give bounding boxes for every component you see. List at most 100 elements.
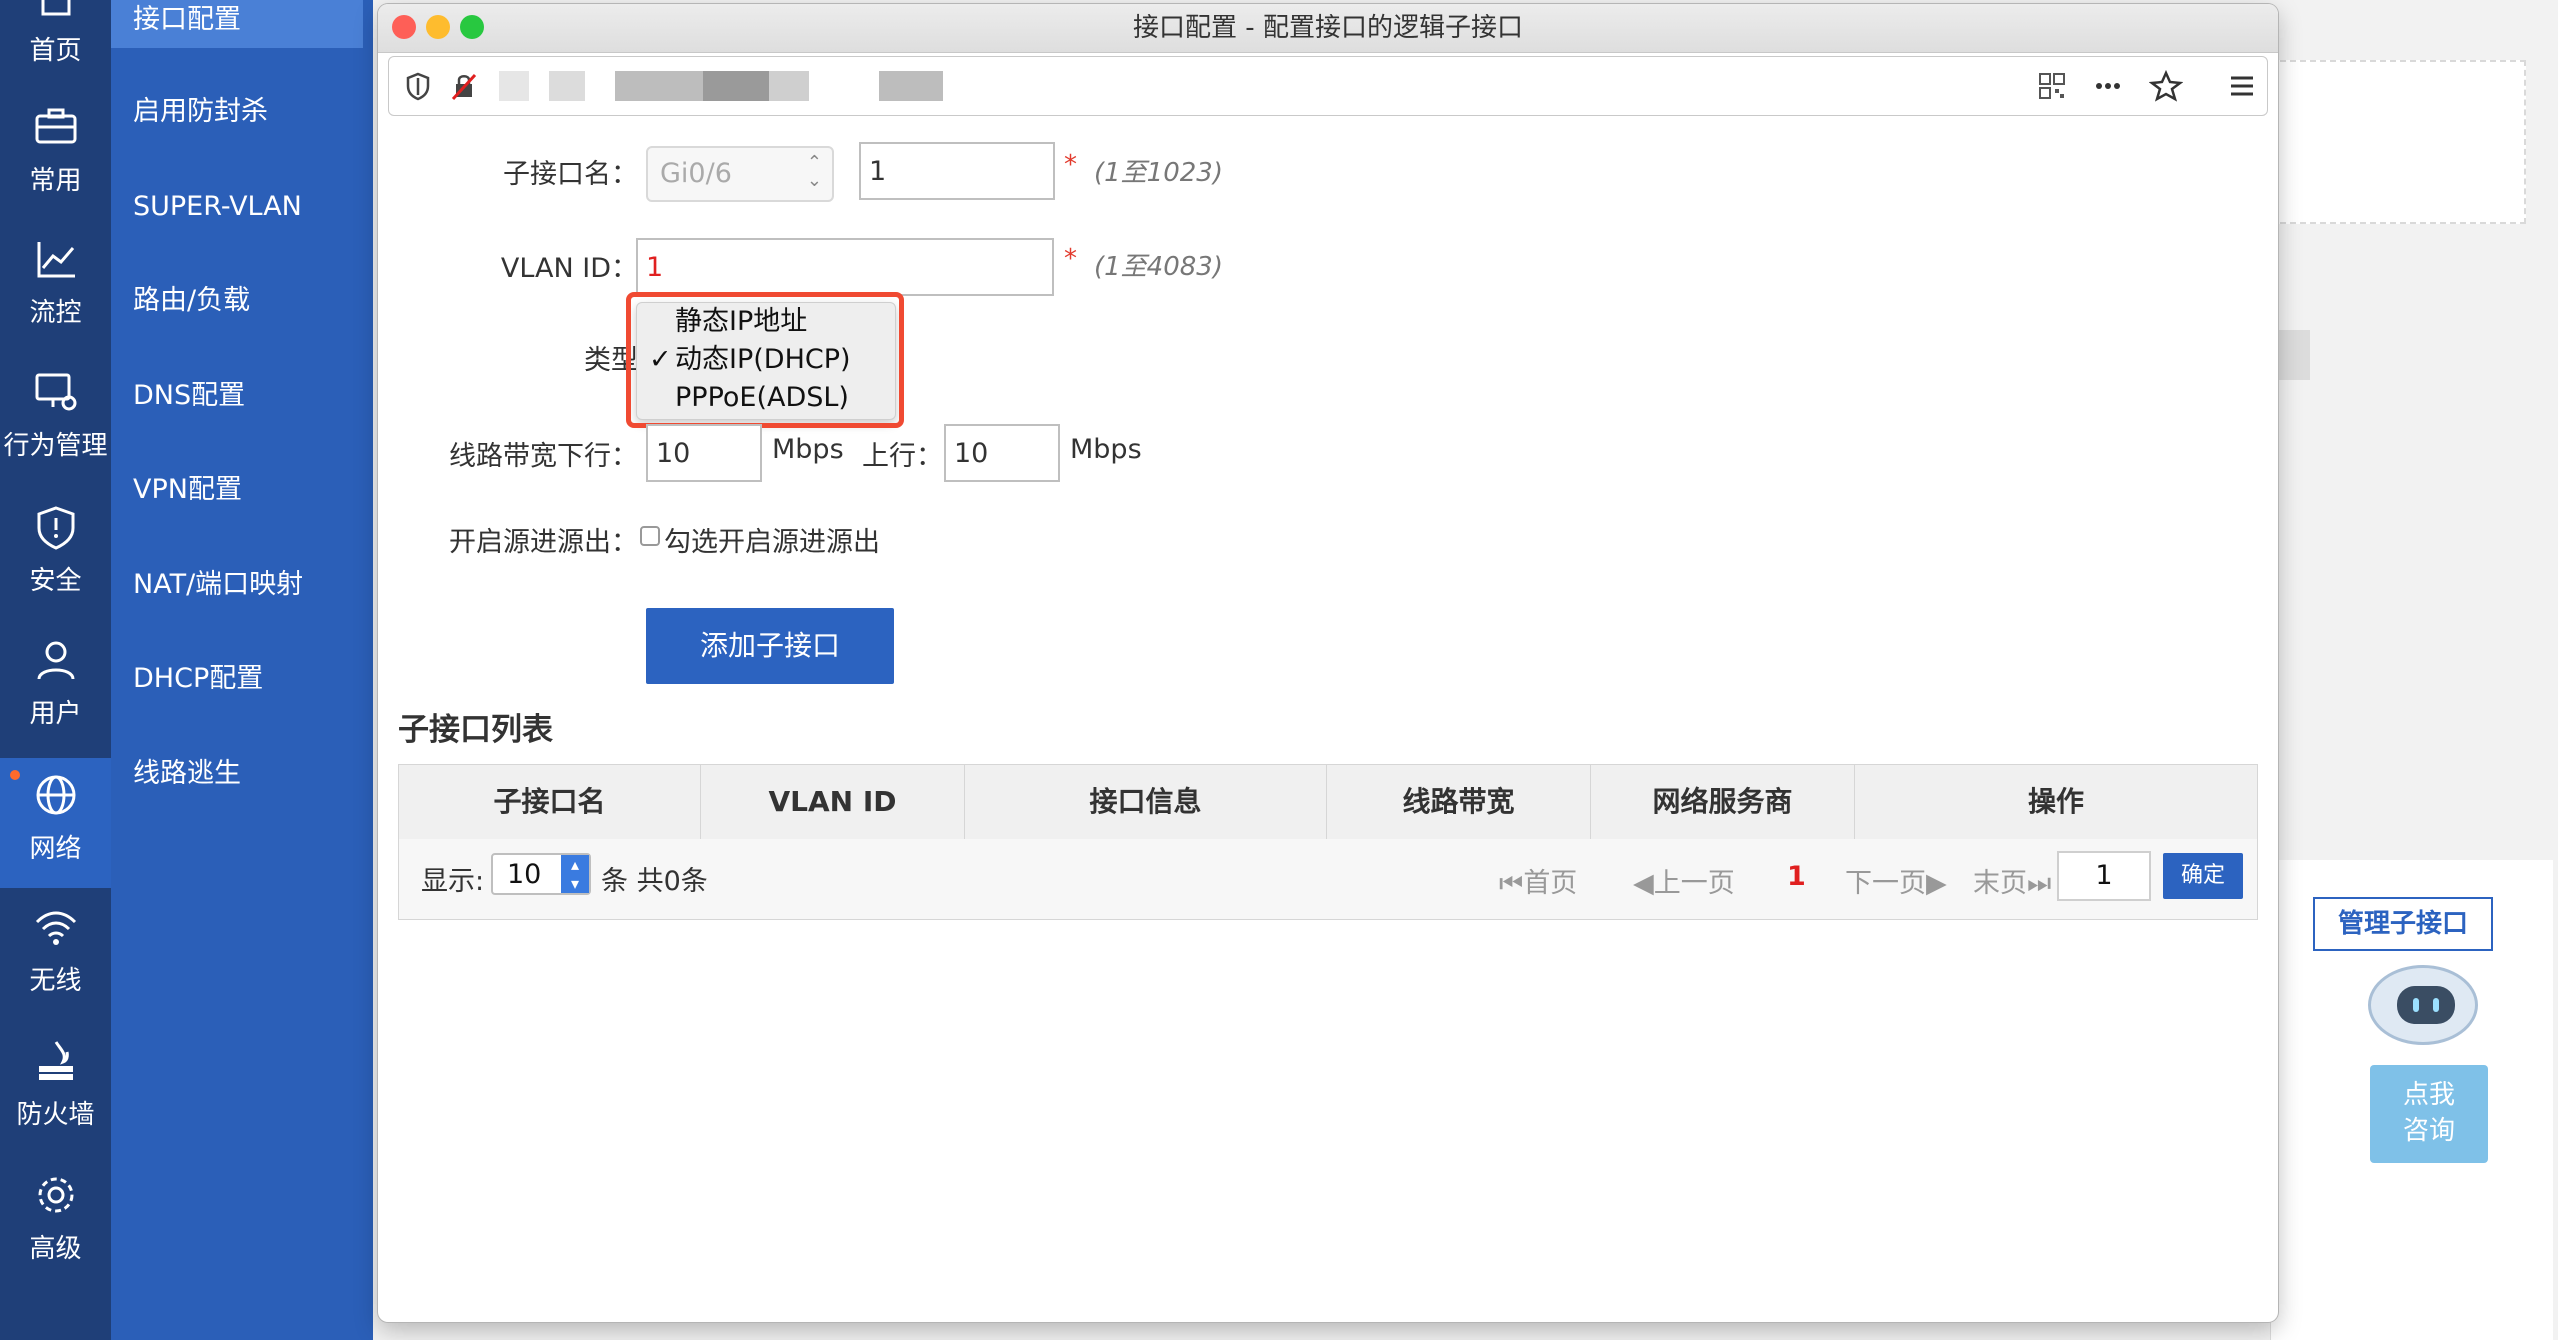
robot-icon [2368, 965, 2478, 1045]
wifi-icon [0, 902, 111, 958]
redacted-url [615, 71, 703, 101]
background-panel [2270, 60, 2526, 224]
submenu-item-anti-block[interactable]: 启用防封杀 [111, 76, 373, 148]
user-icon [0, 635, 111, 691]
column-header: 操作 [2027, 785, 2084, 818]
insecure-lock-icon[interactable] [447, 69, 481, 103]
column-header: 网络服务商 [1591, 765, 1855, 839]
rail-item-flow[interactable]: 流控 [0, 222, 111, 352]
menu-icon[interactable] [2225, 69, 2259, 103]
column-header: 线路带宽 [1327, 765, 1591, 839]
submenu-item-interface-config[interactable]: 接口配置 [111, 0, 363, 48]
rail-item-behavior[interactable]: 行为管理 [0, 355, 111, 485]
redacted-url [499, 71, 529, 101]
first-page-link[interactable]: ⏮首页 [1499, 861, 1577, 900]
subinterface-list-title: 子接口列表 [398, 712, 553, 748]
subinterface-table: 子接口名 VLAN ID 接口信息 线路带宽 网络服务商 操作 显示: 10 ▴… [398, 764, 2258, 920]
rail-label: 常用 [29, 166, 82, 196]
annotation-highlight-box [626, 292, 904, 428]
rail-item-wireless[interactable]: 无线 [0, 890, 111, 1020]
rail-item-home[interactable]: 首页 [0, 0, 111, 90]
vlan-id-input[interactable]: 1 [636, 238, 1054, 296]
consult-line-1: 点我 [2402, 1080, 2455, 1110]
monitor-gear-icon [0, 367, 111, 423]
manage-subinterface-button[interactable]: 管理子接口 [2313, 897, 2493, 951]
consult-button[interactable]: 点我 咨询 [2370, 1065, 2488, 1163]
rail-item-user[interactable]: 用户 [0, 623, 111, 753]
source-route-label: 开启源进源出： [449, 527, 638, 558]
submenu-item-dhcp[interactable]: DHCP配置 [111, 643, 373, 715]
vlan-range-hint: (1至4083) [1094, 252, 1223, 282]
page-number-input[interactable]: 1 [2057, 851, 2151, 901]
rail-label: 行为管理 [3, 431, 108, 461]
updown-arrow-icon: ▴ ▾ [561, 855, 589, 893]
page-size-select[interactable]: 10 ▴ ▾ [491, 853, 591, 895]
column-header: 子接口名 [399, 765, 701, 839]
consult-line-2: 咨询 [2402, 1116, 2455, 1146]
rail-label: 安全 [29, 566, 82, 596]
bandwidth-down-input[interactable]: 10 [646, 424, 762, 482]
subif-select-value: Gi0/6 [660, 158, 732, 189]
page-size-label: 显示: [421, 866, 485, 897]
submenu-item-super-vlan[interactable]: SUPER-VLAN [111, 171, 373, 243]
confirm-page-button[interactable]: 确定 [2163, 853, 2243, 899]
subif-label: 子接口名： [503, 159, 638, 190]
submenu-item-dns[interactable]: DNS配置 [111, 360, 373, 432]
rail-label: 高级 [29, 1234, 82, 1264]
page-size-value: 10 [507, 859, 542, 890]
source-route-checkbox[interactable] [640, 526, 660, 546]
rail-label: 防火墙 [16, 1100, 95, 1130]
column-header: 接口信息 [965, 765, 1327, 839]
window-titlebar: 接口配置 - 配置接口的逻辑子接口 [378, 4, 2278, 53]
redacted-url [769, 71, 809, 101]
type-label: 类型 [584, 345, 638, 376]
shield-icon [0, 502, 111, 558]
submenu-item-routing[interactable]: 路由/负载 [111, 265, 373, 337]
updown-arrow-icon: ⌃ ⌄ [806, 152, 822, 191]
rail-label: 无线 [29, 966, 82, 996]
submenu-item-line-escape[interactable]: 线路逃生 [111, 738, 373, 810]
bandwidth-unit: Mbps [772, 434, 844, 465]
briefcase-icon [0, 102, 111, 158]
qr-code-icon[interactable] [2035, 69, 2069, 103]
shield-icon[interactable] [401, 69, 435, 103]
more-options-icon[interactable] [2091, 69, 2125, 103]
add-subinterface-button[interactable]: 添加子接口 [646, 608, 894, 684]
window-title: 接口配置 - 配置接口的逻辑子接口 [1133, 13, 1523, 43]
next-page-link[interactable]: 下一页▶ [1845, 861, 1947, 900]
rail-item-firewall[interactable]: 防火墙 [0, 1024, 111, 1154]
table-pagination-bar: 显示: 10 ▴ ▾ 条 共0条 ⏮首页 ◀上一页 1 下一页▶ 末页⏭ 1 确定 [399, 839, 2257, 919]
vlan-label: VLAN ID： [500, 253, 638, 284]
current-page: 1 [1787, 861, 1806, 892]
assistant-widget[interactable]: 点我 咨询 [2360, 965, 2490, 1165]
submenu-item-vpn[interactable]: VPN配置 [111, 454, 373, 526]
last-page-link[interactable]: 末页⏭ [1973, 861, 2051, 900]
bandwidth-unit: Mbps [1070, 434, 1142, 465]
rail-item-security[interactable]: 安全 [0, 490, 111, 620]
rail-item-advanced[interactable]: 高级 [0, 1158, 111, 1288]
rail-item-network[interactable]: 网络 [0, 758, 111, 888]
bandwidth-up-input[interactable]: 10 [944, 424, 1060, 482]
popup-window: 接口配置 - 配置接口的逻辑子接口 子接口名： Gi0/6 ⌃ ⌄ 1 * (1… [378, 4, 2278, 1322]
home-icon [0, 0, 111, 28]
gear-icon [0, 1170, 111, 1226]
redacted-url [549, 71, 585, 101]
rail-label: 网络 [29, 834, 82, 864]
firewall-icon [0, 1036, 111, 1092]
table-header: 子接口名 VLAN ID 接口信息 线路带宽 网络服务商 操作 [399, 765, 2257, 840]
bandwidth-up-label: 上行： [862, 441, 943, 472]
rail-item-common[interactable]: 常用 [0, 90, 111, 220]
url-bar[interactable] [388, 56, 2268, 116]
source-route-checkbox-label[interactable]: 勾选开启源进源出 [664, 520, 880, 559]
bookmark-star-icon[interactable] [2148, 69, 2184, 103]
last-page-icon: ⏭ [2027, 868, 2052, 899]
prev-page-link[interactable]: ◀上一页 [1633, 861, 1735, 900]
prev-page-icon: ◀ [1633, 868, 1654, 899]
rail-label: 流控 [29, 298, 82, 328]
subif-number-input[interactable]: 1 [859, 142, 1055, 200]
submenu-item-nat[interactable]: NAT/端口映射 [111, 549, 373, 621]
required-star: * [1064, 150, 1077, 180]
redacted-url [703, 71, 769, 101]
required-star: * [1064, 244, 1077, 274]
rail-label: 用户 [29, 699, 82, 729]
